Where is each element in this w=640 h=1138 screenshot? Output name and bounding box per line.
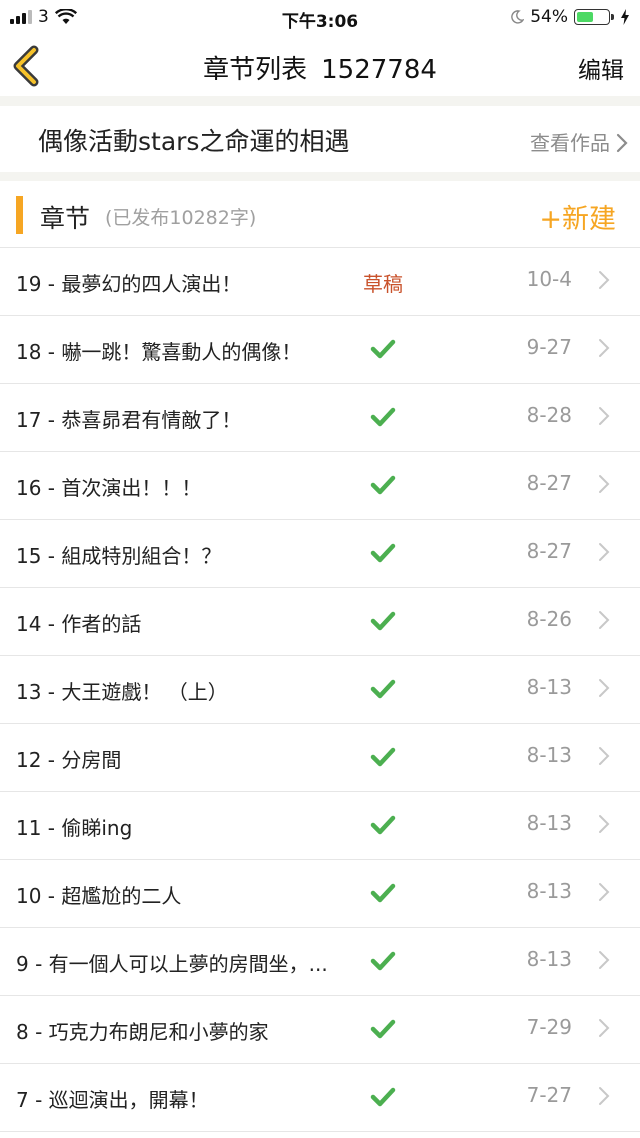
work-title: 偶像活動stars之命運的相遇 bbox=[38, 127, 350, 156]
draft-badge: 草稿 bbox=[363, 272, 403, 296]
published-check-icon bbox=[352, 1016, 414, 1045]
chevron-right-icon bbox=[599, 1019, 610, 1037]
chapter-date: 8-27 bbox=[526, 539, 572, 563]
published-check-icon bbox=[352, 880, 414, 909]
chapter-row[interactable]: 13 - 大王遊戲！ （上） 8-13 bbox=[0, 656, 640, 724]
chevron-right-icon bbox=[599, 339, 610, 357]
chapter-title: 16 - 首次演出！！！ bbox=[16, 476, 202, 500]
published-check-icon bbox=[352, 336, 414, 365]
chapter-row[interactable]: 9 - 有一個人可以上夢的房間坐，... 8-13 bbox=[0, 928, 640, 996]
nav-bar: 章节列表 1527784 编辑 bbox=[0, 36, 640, 96]
published-check-icon bbox=[352, 948, 414, 977]
chapter-title: 18 - 嚇一跳！驚喜動人的偶像！ bbox=[16, 340, 302, 364]
chapter-row[interactable]: 16 - 首次演出！！！ 8-27 bbox=[0, 452, 640, 520]
chapter-section-header: 章节 (已发布10282字) +新建 bbox=[0, 181, 640, 248]
chevron-right-icon bbox=[599, 951, 610, 969]
page-title: 章节列表 1527784 bbox=[0, 49, 640, 86]
chapter-date: 8-28 bbox=[526, 403, 572, 427]
page-title-text: 章节列表 bbox=[203, 55, 308, 85]
section-title: 章节 bbox=[40, 204, 91, 233]
chapter-row[interactable]: 18 - 嚇一跳！驚喜動人的偶像！ 9-27 bbox=[0, 316, 640, 384]
chapter-title: 7 - 巡迴演出，開幕！ bbox=[16, 1088, 209, 1112]
edit-button[interactable]: 编辑 bbox=[578, 51, 624, 85]
chevron-right-icon bbox=[599, 1087, 610, 1105]
chapter-title: 14 - 作者的話 bbox=[16, 612, 142, 636]
chapter-title: 9 - 有一個人可以上夢的房間坐，... bbox=[16, 952, 328, 976]
work-row[interactable]: 偶像活動stars之命運的相遇 查看作品 bbox=[0, 106, 640, 172]
chapter-row[interactable]: 15 - 組成特別組合！？ 8-27 bbox=[0, 520, 640, 588]
chapter-date: 8-13 bbox=[526, 743, 572, 767]
published-check-icon bbox=[352, 676, 414, 705]
chapter-date: 9-27 bbox=[526, 335, 572, 359]
chevron-right-icon bbox=[599, 271, 610, 289]
chevron-right-icon bbox=[599, 611, 610, 629]
chapter-title: 12 - 分房間 bbox=[16, 748, 122, 772]
published-check-icon bbox=[352, 812, 414, 841]
chevron-right-icon bbox=[616, 133, 628, 153]
battery-icon bbox=[574, 9, 614, 25]
chapter-date: 8-13 bbox=[526, 811, 572, 835]
published-check-icon bbox=[352, 404, 414, 433]
chapter-title: 19 - 最夢幻的四人演出！ bbox=[16, 272, 242, 296]
chapter-row[interactable]: 11 - 偷睇ing 8-13 bbox=[0, 792, 640, 860]
chapter-title: 15 - 組成特別組合！？ bbox=[16, 544, 222, 568]
published-check-icon bbox=[352, 540, 414, 569]
back-button[interactable] bbox=[10, 44, 50, 88]
chapter-date: 8-13 bbox=[526, 879, 572, 903]
chapter-title: 17 - 恭喜昴君有情敵了！ bbox=[16, 408, 242, 432]
chevron-right-icon bbox=[599, 679, 610, 697]
chapter-date: 7-27 bbox=[526, 1083, 572, 1107]
chevron-right-icon bbox=[599, 475, 610, 493]
chevron-right-icon bbox=[599, 883, 610, 901]
divider bbox=[0, 172, 640, 181]
section-word-count: (已发布10282字) bbox=[105, 207, 257, 229]
work-id: 1527784 bbox=[321, 55, 437, 85]
chapter-title: 13 - 大王遊戲！ （上） bbox=[16, 680, 228, 704]
chapter-row[interactable]: 12 - 分房間 8-13 bbox=[0, 724, 640, 792]
status-bar: 3 下午3:06 54% bbox=[0, 0, 640, 36]
battery-level bbox=[577, 12, 593, 22]
chapter-row[interactable]: 19 - 最夢幻的四人演出！ 草稿 10-4 bbox=[0, 248, 640, 316]
chapter-row[interactable]: 10 - 超尷尬的二人 8-13 bbox=[0, 860, 640, 928]
chapter-row[interactable]: 8 - 巧克力布朗尼和小夢的家 7-29 bbox=[0, 996, 640, 1064]
published-check-icon bbox=[352, 608, 414, 637]
chapter-title: 8 - 巧克力布朗尼和小夢的家 bbox=[16, 1020, 269, 1044]
chapter-date: 8-27 bbox=[526, 471, 572, 495]
chapter-row[interactable]: 7 - 巡迴演出，開幕！ 7-27 bbox=[0, 1064, 640, 1132]
chapter-title: 10 - 超尷尬的二人 bbox=[16, 884, 182, 908]
new-chapter-button[interactable]: +新建 bbox=[539, 197, 616, 236]
chapter-date: 8-26 bbox=[526, 607, 572, 631]
chevron-right-icon bbox=[599, 747, 610, 765]
chapter-date: 8-13 bbox=[526, 947, 572, 971]
chapter-row[interactable]: 17 - 恭喜昴君有情敵了！ 8-28 bbox=[0, 384, 640, 452]
view-work-link[interactable]: 查看作品 bbox=[530, 127, 610, 156]
chevron-right-icon bbox=[599, 543, 610, 561]
chevron-right-icon bbox=[599, 407, 610, 425]
divider bbox=[0, 96, 640, 106]
chevron-left-icon bbox=[13, 45, 39, 87]
chapter-date: 7-29 bbox=[526, 1015, 572, 1039]
chapter-list: 19 - 最夢幻的四人演出！ 草稿 10-4 18 - 嚇一跳！驚喜動人的偶像！ 9-2… bbox=[0, 248, 640, 1132]
published-check-icon bbox=[352, 1084, 414, 1113]
published-check-icon bbox=[352, 472, 414, 501]
chapter-row[interactable]: 14 - 作者的話 8-26 bbox=[0, 588, 640, 656]
chapter-date: 10-4 bbox=[526, 267, 572, 291]
moon-icon bbox=[511, 10, 525, 24]
chevron-right-icon bbox=[599, 815, 610, 833]
accent-bar bbox=[16, 196, 23, 234]
chapter-date: 8-13 bbox=[526, 675, 572, 699]
published-check-icon bbox=[352, 744, 414, 773]
status-right: 54% bbox=[510, 7, 630, 27]
chapter-title: 11 - 偷睇ing bbox=[16, 816, 133, 840]
battery-percent: 54% bbox=[530, 7, 568, 27]
charging-icon bbox=[621, 9, 629, 25]
